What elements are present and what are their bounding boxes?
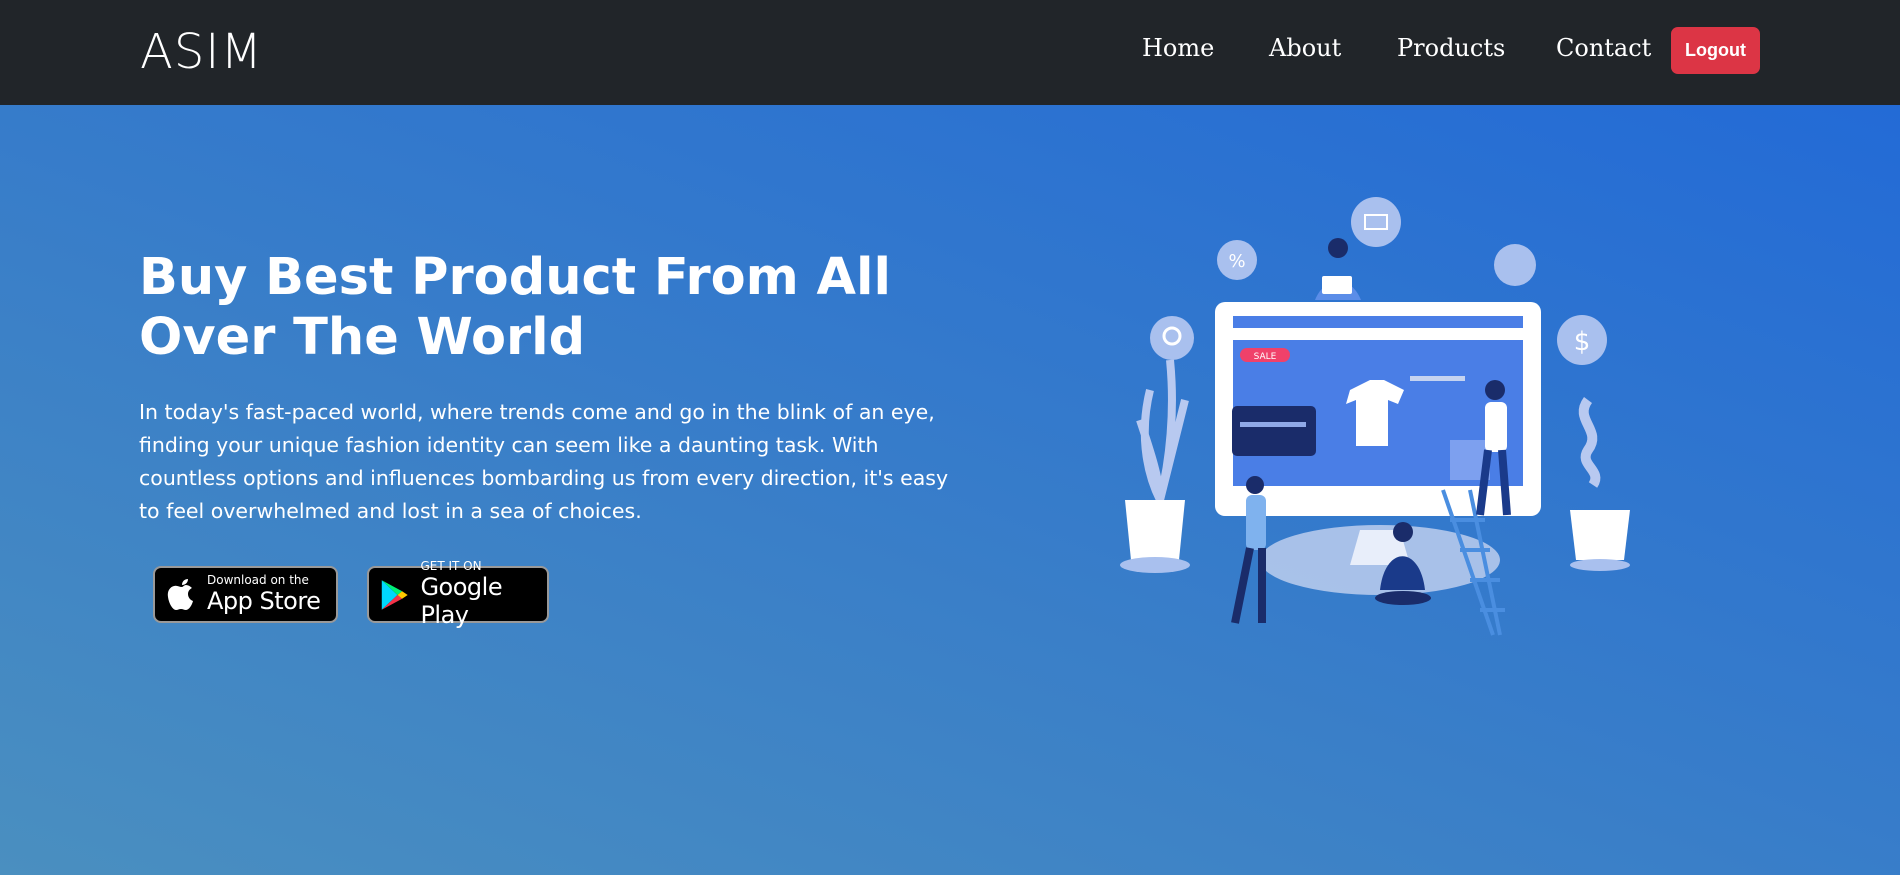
percent-icon: % <box>1228 251 1245 272</box>
shopping-illustration: SALE % $ <box>1120 197 1630 636</box>
hero-title: Buy Best Product From All Over The World <box>139 248 891 367</box>
nav-about[interactable]: About <box>1269 34 1341 62</box>
nav-products[interactable]: Products <box>1397 34 1505 62</box>
hero-description: In today's fast-paced world, where trend… <box>139 400 949 523</box>
app-store-small: Download on the <box>207 573 309 587</box>
brand-logo[interactable]: ASIM <box>140 24 263 80</box>
logout-button[interactable]: Logout <box>1671 27 1760 74</box>
sale-label: SALE <box>1254 352 1277 362</box>
google-play-big: Google Play <box>420 573 503 629</box>
google-play-button[interactable]: GET IT ON Google Play <box>367 560 549 629</box>
app-store-button[interactable]: Download on the App Store <box>153 566 338 623</box>
navbar: ASIM Home About Products Contact Logout <box>0 0 1900 105</box>
nav-contact[interactable]: Contact <box>1556 34 1651 62</box>
app-store-big: App Store <box>207 587 321 615</box>
apple-icon <box>167 578 193 610</box>
google-play-icon <box>381 579 408 610</box>
google-play-small: GET IT ON <box>420 559 482 573</box>
nav-home[interactable]: Home <box>1142 34 1214 62</box>
dollar-icon: $ <box>1574 327 1591 357</box>
